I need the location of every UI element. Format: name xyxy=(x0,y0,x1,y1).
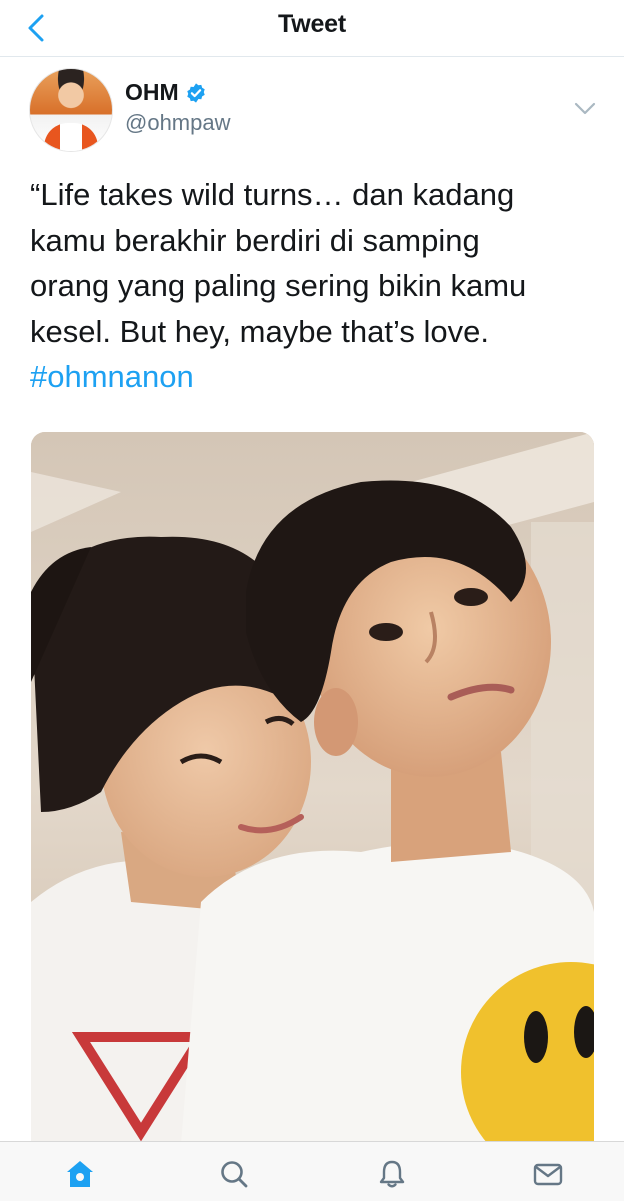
home-icon xyxy=(67,1161,93,1187)
top-nav-bar: Tweet xyxy=(0,0,624,57)
hashtag-link[interactable]: #ohmnanon xyxy=(30,354,600,400)
page-title: Tweet xyxy=(278,10,346,38)
tweet-text: “Life takes wild turns… dan kadang kamu … xyxy=(30,172,600,400)
tab-home[interactable] xyxy=(62,1156,98,1192)
search-icon xyxy=(221,1161,248,1188)
avatar[interactable] xyxy=(29,68,113,152)
chevron-down-icon[interactable] xyxy=(572,98,598,118)
tweet-line: kesel. But hey, maybe that’s love. xyxy=(30,313,489,349)
tab-messages[interactable] xyxy=(530,1156,566,1192)
tab-search[interactable] xyxy=(216,1156,252,1192)
bell-icon xyxy=(379,1160,405,1188)
tab-notifications[interactable] xyxy=(374,1156,410,1192)
verified-badge-icon xyxy=(186,82,205,103)
tweet-line: orang yang paling sering bikin kamu xyxy=(30,268,527,303)
tweet-photo[interactable] xyxy=(31,432,594,1144)
mail-icon xyxy=(533,1163,563,1186)
author-name-row[interactable]: OHM xyxy=(125,79,207,106)
avatar-shirt xyxy=(44,123,98,151)
bottom-tab-bar xyxy=(0,1141,624,1201)
author-handle[interactable]: @ohmpaw xyxy=(125,110,231,136)
tweet-line: kamu berakhir berdiri di samping xyxy=(30,222,480,258)
photo-illustration xyxy=(31,432,594,1144)
display-name[interactable]: OHM xyxy=(125,79,179,106)
tweet-line: “Life takes wild turns… dan kadang xyxy=(30,177,515,212)
